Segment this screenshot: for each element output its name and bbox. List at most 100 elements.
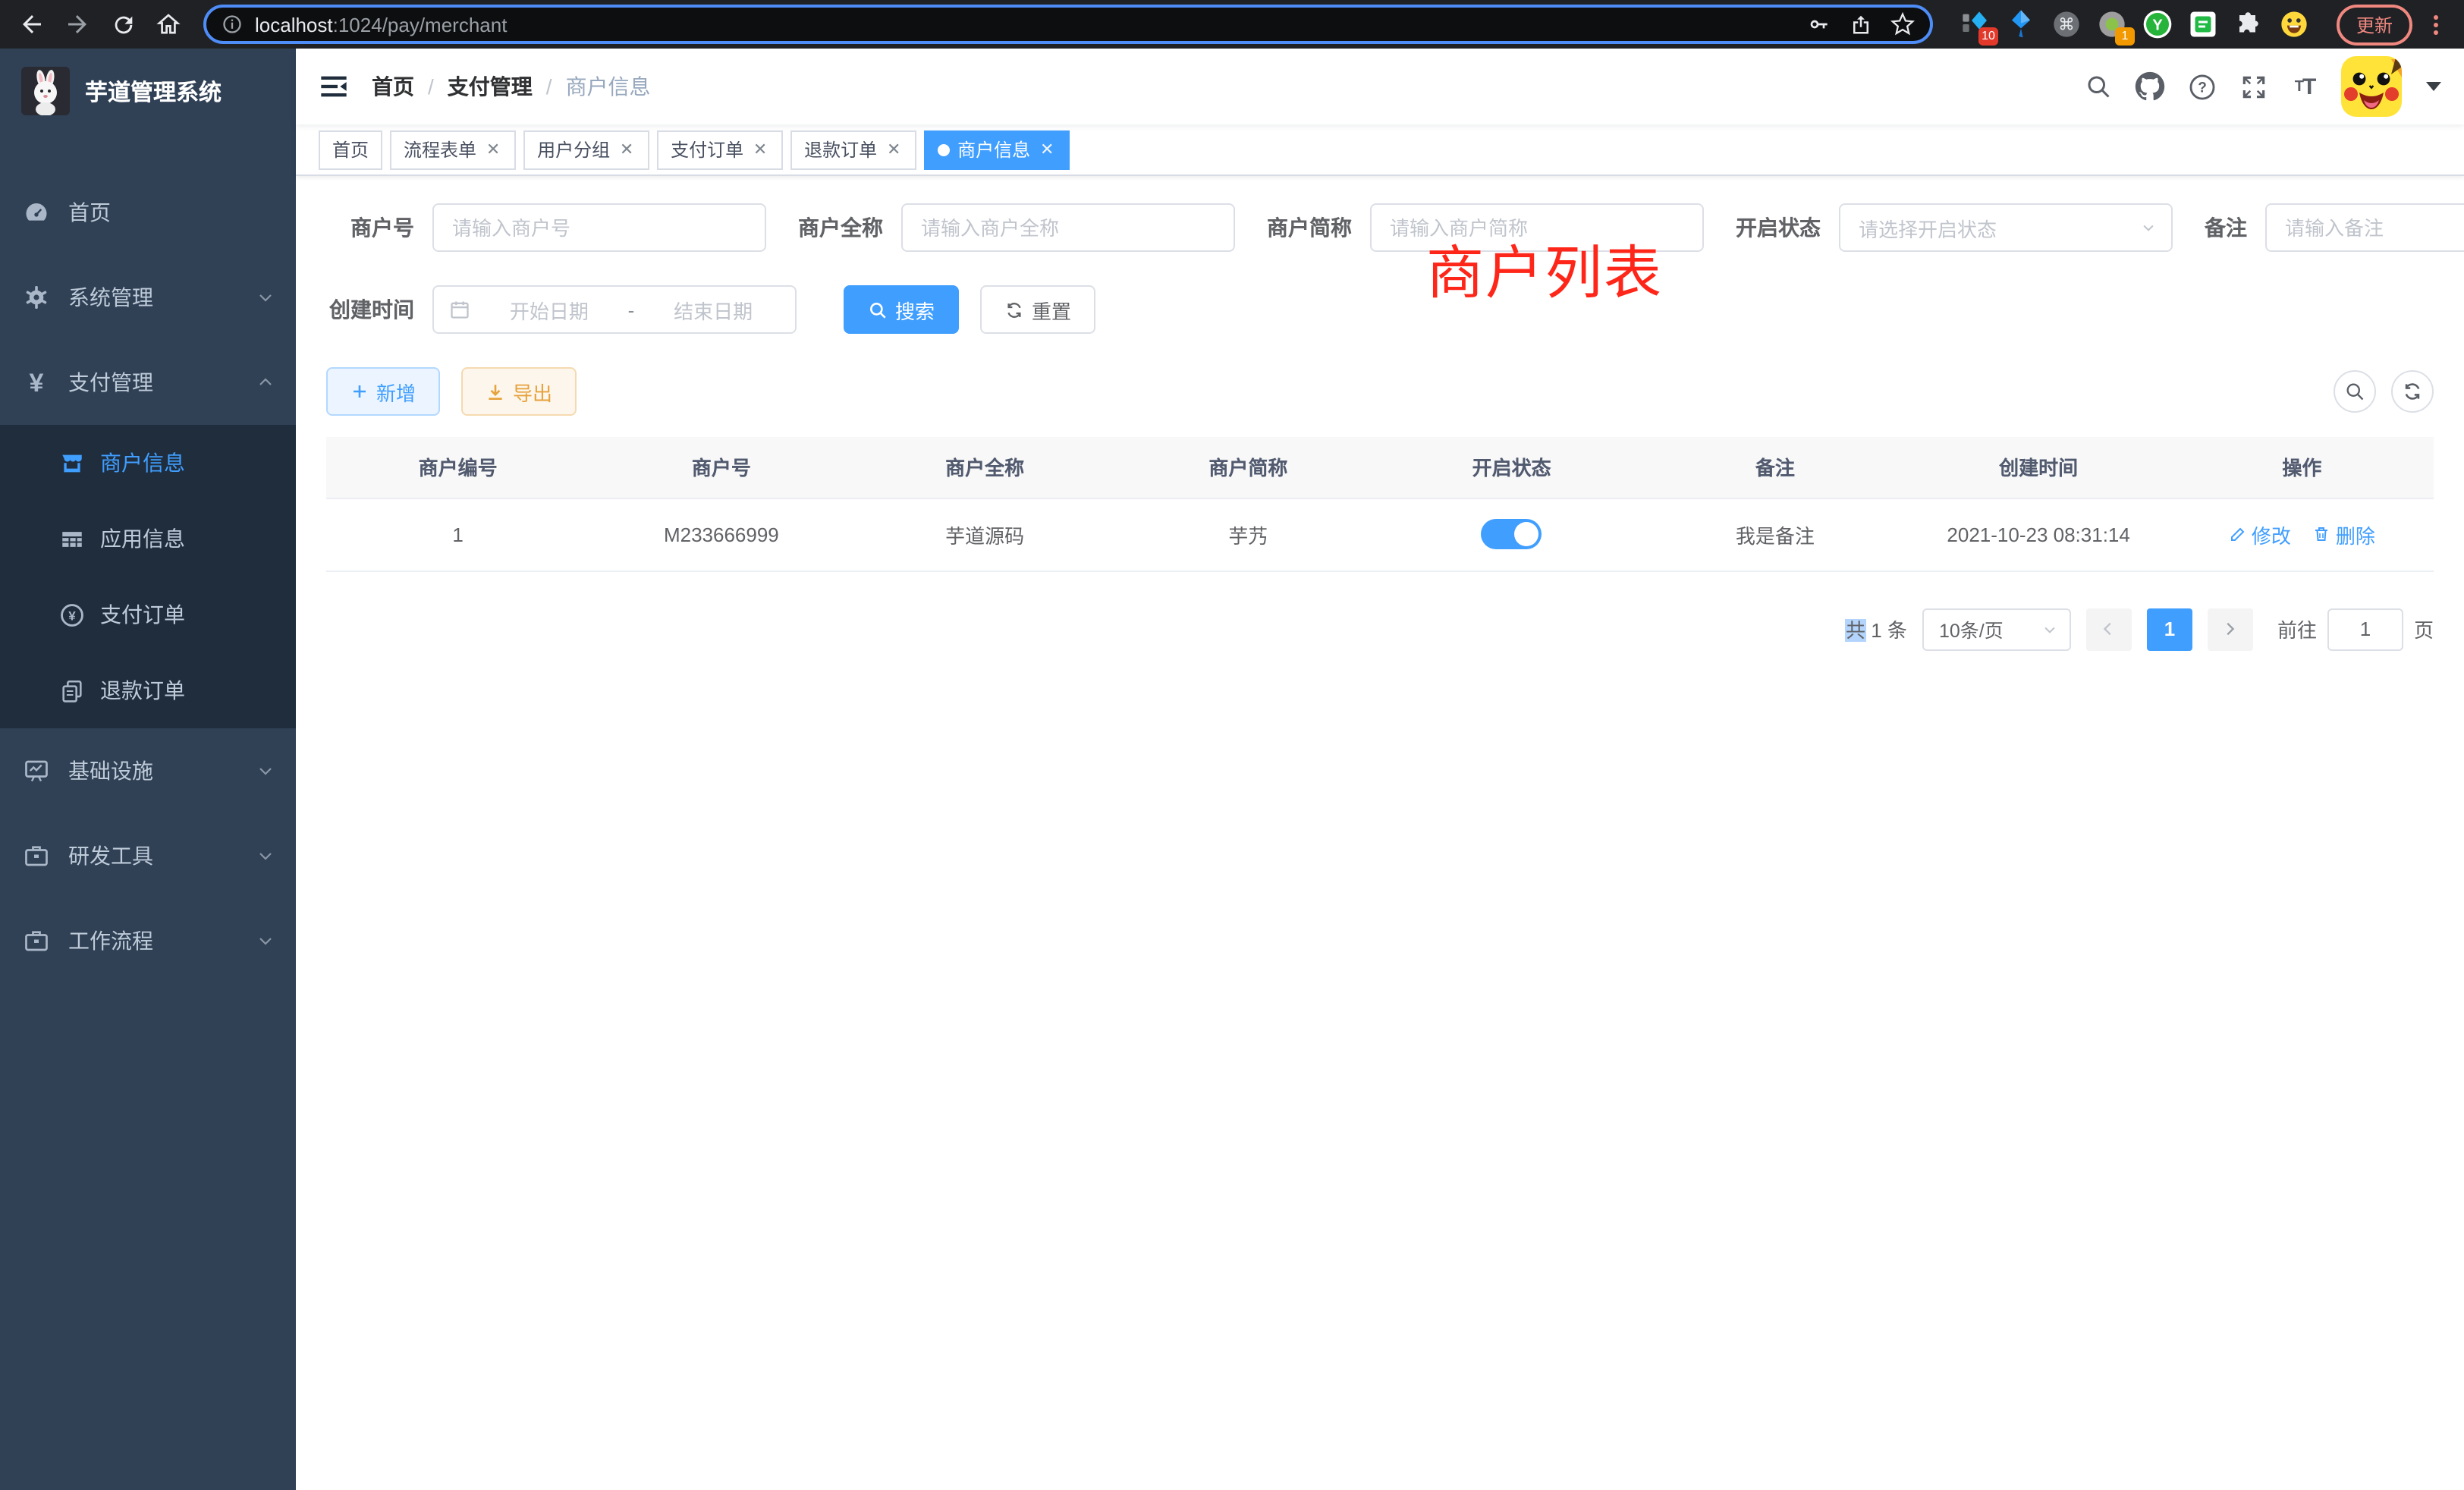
extension-green-dot-icon[interactable]: 1 (2097, 9, 2127, 39)
toolbox-icon (23, 927, 50, 954)
page-size-select[interactable]: 10条/页 (1922, 608, 2071, 650)
status-select[interactable]: 请选择开启状态 (1839, 203, 2173, 252)
next-page-button[interactable] (2208, 608, 2253, 650)
sidebar-item-dev-tools[interactable]: 研发工具 (0, 813, 296, 898)
sidebar-item-label: 工作流程 (68, 926, 256, 956)
fullscreen-icon[interactable] (2238, 71, 2268, 102)
browser-forward-button[interactable] (58, 5, 97, 44)
extension-command-icon[interactable]: ⌘ (2051, 9, 2082, 39)
sidebar-item-infrastructure[interactable]: 基础设施 (0, 728, 296, 813)
bookmark-star-icon[interactable] (1890, 12, 1915, 36)
merchant-table: 商户编号 商户号 商户全称 商户简称 开启状态 备注 创建时间 操作 1 (326, 437, 2434, 571)
full-name-input[interactable] (901, 203, 1235, 252)
col-merchant-id: 商户编号 (326, 437, 589, 498)
app-logo[interactable]: 芋道管理系统 (0, 49, 296, 134)
address-bar[interactable]: localhost:1024/pay/merchant (203, 5, 1933, 44)
hamburger-icon[interactable] (319, 71, 349, 102)
github-icon[interactable] (2135, 71, 2165, 102)
sidebar-item-merchant-info[interactable]: 商户信息 (0, 425, 296, 501)
pagination-total: 共 1 条 (1846, 615, 1907, 643)
col-actions: 操作 (2170, 437, 2434, 498)
help-icon[interactable]: ? (2186, 71, 2217, 102)
merchant-no-input[interactable] (432, 203, 766, 252)
end-date-placeholder: 结束日期 (646, 295, 780, 324)
breadcrumb-home[interactable]: 首页 (372, 71, 414, 102)
field-label: 创建时间 (326, 294, 432, 325)
sidebar-item-label: 支付订单 (100, 599, 185, 630)
edit-icon (2229, 525, 2247, 543)
extension-badge: 1 (2115, 27, 2135, 46)
delete-link[interactable]: 删除 (2313, 520, 2375, 549)
start-date-placeholder: 开始日期 (482, 295, 616, 324)
cell-merchant-no: M233666999 (589, 498, 853, 571)
refresh-table-button[interactable] (2391, 370, 2434, 413)
browser-profile-avatar[interactable] (2279, 9, 2309, 39)
page-1-button[interactable]: 1 (2147, 608, 2192, 650)
export-button[interactable]: 导出 (461, 367, 577, 416)
browser-back-button[interactable] (12, 5, 52, 44)
browser-update-button[interactable]: 更新 (2337, 4, 2412, 45)
browser-menu-icon[interactable] (2434, 14, 2438, 34)
sidebar-item-system[interactable]: 系统管理 (0, 255, 296, 340)
goto-page-input[interactable] (2327, 608, 2403, 650)
extension-green-square-icon[interactable] (2188, 9, 2218, 39)
breadcrumb: 首页 / 支付管理 / 商户信息 (372, 71, 651, 102)
font-size-icon[interactable]: TT (2290, 71, 2320, 102)
shop-icon (59, 450, 85, 476)
sidebar-item-payment[interactable]: ¥ 支付管理 (0, 340, 296, 425)
browser-reload-button[interactable] (103, 5, 143, 44)
tag-process-form[interactable]: 流程表单✕ (390, 130, 516, 169)
password-key-icon[interactable] (1807, 12, 1831, 36)
user-avatar[interactable] (2341, 56, 2402, 117)
refresh-icon (2402, 381, 2423, 402)
extension-kite-icon[interactable] (2006, 9, 2036, 39)
close-icon[interactable]: ✕ (1038, 140, 1056, 159)
reset-button[interactable]: 重置 (980, 285, 1095, 334)
extension-diamond-icon[interactable]: 10 (1960, 9, 1991, 39)
sidebar: 芋道管理系统 首页 系统管理 (0, 49, 296, 1490)
svg-text:?: ? (2197, 79, 2206, 95)
breadcrumb-payment[interactable]: 支付管理 (448, 71, 533, 102)
close-icon[interactable]: ✕ (484, 140, 502, 159)
table-row: 1 M233666999 芋道源码 芋艿 我是备注 2021-10-23 08:… (326, 498, 2434, 571)
edit-link[interactable]: 修改 (2229, 520, 2291, 549)
filter-create-time: 创建时间 开始日期 - 结束日期 (326, 285, 797, 334)
extensions-puzzle-icon[interactable] (2233, 9, 2264, 39)
tag-pay-orders[interactable]: 支付订单✕ (657, 130, 783, 169)
date-range-picker[interactable]: 开始日期 - 结束日期 (432, 285, 797, 334)
avatar-dropdown-caret-icon[interactable] (2426, 82, 2441, 91)
plus-icon (350, 382, 369, 401)
sidebar-item-refund-orders[interactable]: 退款订单 (0, 652, 296, 728)
sidebar-item-app-info[interactable]: 应用信息 (0, 501, 296, 577)
close-icon[interactable]: ✕ (618, 140, 636, 159)
prev-page-button[interactable] (2086, 608, 2132, 650)
close-icon[interactable]: ✕ (885, 140, 903, 159)
tag-home[interactable]: 首页 (319, 130, 382, 169)
filter-status: 开启状态 请选择开启状态 (1736, 203, 2173, 252)
sidebar-item-pay-orders[interactable]: ¥ 支付订单 (0, 577, 296, 652)
status-toggle[interactable] (1482, 519, 1542, 549)
header-search-icon[interactable] (2083, 71, 2114, 102)
tag-user-group[interactable]: 用户分组✕ (523, 130, 649, 169)
col-short-name: 商户简称 (1117, 437, 1380, 498)
remark-input[interactable] (2265, 203, 2464, 252)
filter-merchant-no: 商户号 (326, 203, 766, 252)
sidebar-item-workflow[interactable]: 工作流程 (0, 898, 296, 983)
top-navbar: 首页 / 支付管理 / 商户信息 ? (296, 49, 2464, 124)
tag-refund-orders[interactable]: 退款订单✕ (790, 130, 916, 169)
col-full-name: 商户全称 (853, 437, 1117, 498)
share-icon[interactable] (1850, 12, 1872, 36)
sidebar-item-home[interactable]: 首页 (0, 170, 296, 255)
chevron-down-icon (256, 288, 275, 306)
payment-submenu: 商户信息 应用信息 ¥ 支付订单 (0, 425, 296, 728)
close-icon[interactable]: ✕ (751, 140, 769, 159)
toggle-search-button[interactable] (2334, 370, 2376, 413)
tag-merchant-info[interactable]: 商户信息✕ (924, 130, 1070, 169)
add-button[interactable]: 新增 (326, 367, 440, 416)
refresh-icon (1004, 300, 1024, 319)
search-button[interactable]: 搜索 (844, 285, 959, 334)
extension-y-logo-icon[interactable]: Y (2142, 9, 2173, 39)
browser-home-button[interactable] (149, 5, 188, 44)
sidebar-item-label: 商户信息 (100, 448, 185, 478)
page-info-icon[interactable] (222, 14, 243, 35)
